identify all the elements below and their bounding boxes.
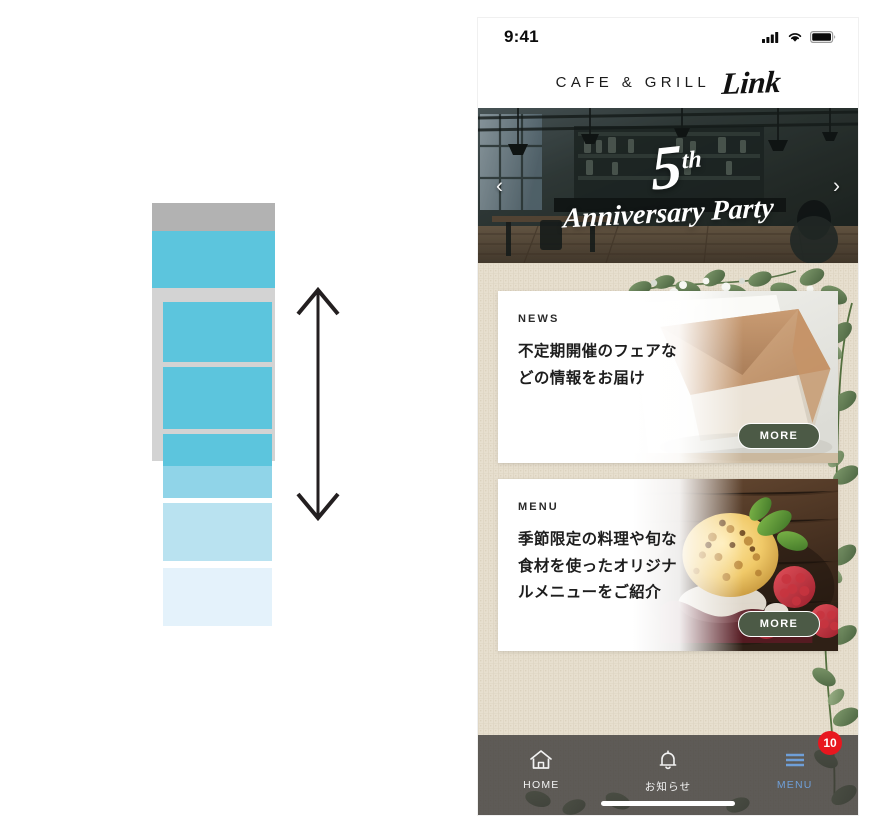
card-list: NEWS 不定期開催のフェアなどの情報をお届け MORE MENU 季節限定の料… xyxy=(478,263,858,651)
nav-label-notifications: お知らせ xyxy=(644,781,692,793)
nav-item-notifications[interactable]: お知らせ xyxy=(605,735,732,794)
nav-label-menu: MENU xyxy=(776,779,813,791)
brand-script-text: Link xyxy=(720,63,782,101)
news-card-kicker: NEWS xyxy=(518,313,560,325)
diagram-block-blue-6 xyxy=(163,503,272,561)
bottom-navigation-bar: HOME お知らせ 10 MENU xyxy=(478,731,858,815)
carousel-prev-arrow-icon[interactable]: ‹ xyxy=(488,167,511,204)
nav-label-home: HOME xyxy=(523,779,560,791)
home-icon xyxy=(530,750,553,769)
hero-cafe-interior-photo xyxy=(478,108,858,263)
diagram-block-blue-5 xyxy=(163,466,272,498)
diagram-block-blue-2 xyxy=(163,302,272,362)
brand-name-text: CAFE & GRILL xyxy=(555,73,711,91)
diagram-block-blue-3 xyxy=(163,367,272,429)
status-icon-group xyxy=(762,31,836,43)
hero-carousel[interactable]: 5th Anniversary Party ‹ › xyxy=(478,108,858,263)
battery-icon xyxy=(810,31,836,43)
main-content: NEWS 不定期開催のフェアなどの情報をお届け MORE MENU 季節限定の料… xyxy=(478,263,858,815)
menu-card-title: 季節限定の料理や旬な食材を使ったオリジナルメニューをご紹介 xyxy=(518,531,678,602)
nav-item-home[interactable]: HOME xyxy=(478,735,605,791)
status-time: 9:41 xyxy=(504,27,539,46)
news-card-body: NEWS 不定期開催のフェアなどの情報をお届け xyxy=(498,291,838,392)
menu-more-button[interactable]: MORE xyxy=(738,611,820,637)
bell-icon xyxy=(659,750,677,770)
vertical-double-arrow-icon xyxy=(292,278,344,530)
status-bar: 9:41 xyxy=(478,18,858,56)
wifi-icon xyxy=(788,33,802,42)
phone-mockup: 9:41 CAFE & GRILL Link 5th Anniversary P… xyxy=(478,18,858,815)
menu-card-kicker: MENU xyxy=(518,501,559,513)
diagram-block-blue-1 xyxy=(152,231,275,288)
diagram-block-gray-cap xyxy=(152,203,275,231)
news-card-title: 不定期開催のフェアなどの情報をお届け xyxy=(518,343,678,387)
diagram-block-blue-4 xyxy=(163,434,272,466)
hamburger-menu-icon xyxy=(785,753,804,767)
diagram-block-blue-7 xyxy=(163,568,272,626)
news-more-button[interactable]: MORE xyxy=(738,423,820,449)
home-indicator-bar[interactable] xyxy=(601,801,735,806)
nav-item-menu[interactable]: 10 MENU xyxy=(731,731,858,791)
carousel-next-arrow-icon[interactable]: › xyxy=(825,167,848,204)
menu-card-body: MENU 季節限定の料理や旬な食材を使ったオリジナルメニューをご紹介 xyxy=(498,479,838,607)
app-logo-header: CAFE & GRILL Link xyxy=(478,56,858,108)
screenshot-root: 9:41 CAFE & GRILL Link 5th Anniversary P… xyxy=(0,0,871,833)
color-scale-diagram xyxy=(0,0,400,833)
menu-card[interactable]: MENU 季節限定の料理や旬な食材を使ったオリジナルメニューをご紹介 MORE xyxy=(498,479,838,651)
cellular-signal-icon xyxy=(762,32,779,43)
news-card[interactable]: NEWS 不定期開催のフェアなどの情報をお届け MORE xyxy=(498,291,838,463)
menu-badge-count: 10 xyxy=(818,731,843,755)
